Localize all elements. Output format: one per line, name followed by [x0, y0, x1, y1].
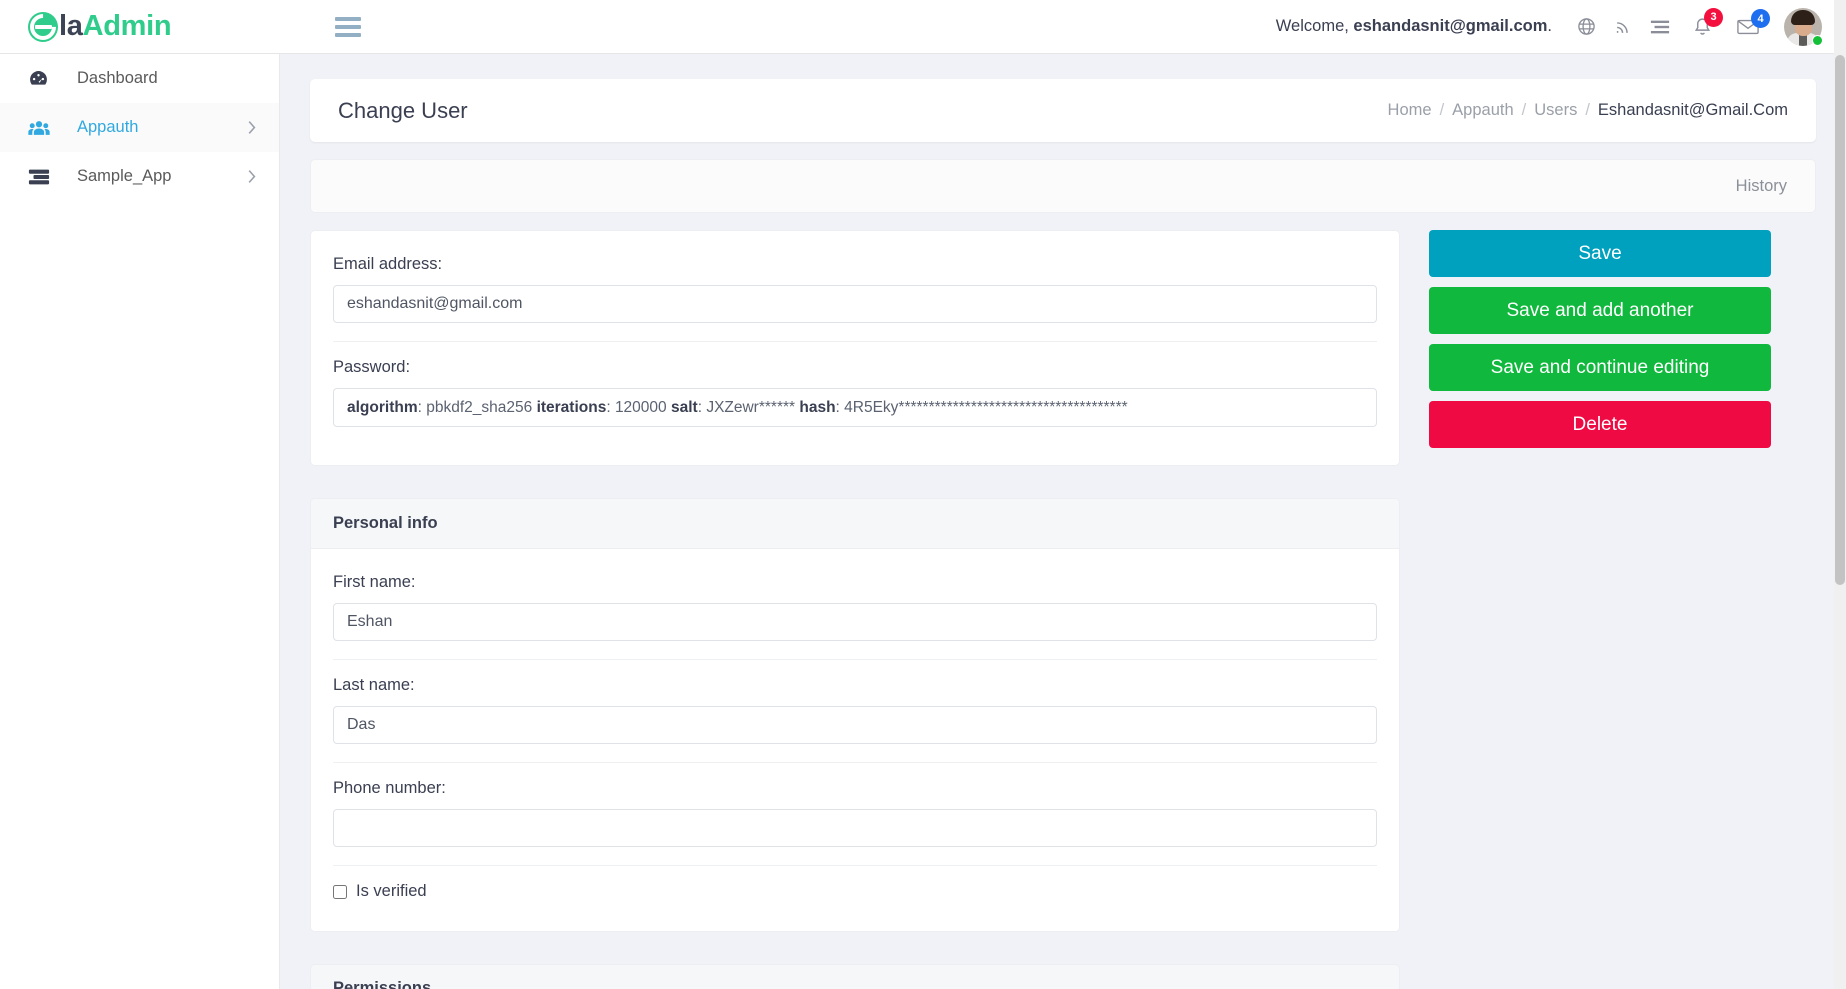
phone-number-field-row: Phone number: — [333, 763, 1377, 866]
breadcrumb: Home / Appauth / Users / Eshandasnit@Gma… — [1388, 101, 1788, 120]
list-lines-icon[interactable] — [1650, 19, 1670, 35]
page-scrollbar[interactable] — [1834, 0, 1846, 989]
ela-circle-logo-icon — [28, 11, 58, 42]
is-verified-checkbox[interactable] — [333, 884, 347, 899]
welcome-message: Welcome, eshandasnit@gmail.com. — [1276, 17, 1552, 36]
hamburger-menu-icon[interactable] — [335, 16, 361, 37]
hamburger-line — [335, 32, 361, 37]
online-status-indicator — [1812, 34, 1823, 46]
password-iterations-key: iterations — [536, 399, 607, 416]
phone-number-label: Phone number: — [333, 779, 446, 797]
sidebar-item-sample-app[interactable]: Sample_App — [0, 152, 279, 201]
avatar-hair — [1791, 9, 1815, 25]
logo-text-la: la — [59, 10, 83, 42]
password-hash-readonly: algorithm: pbkdf2_sha256 iterations: 120… — [333, 388, 1377, 427]
history-toolbar: History — [310, 159, 1816, 213]
history-link[interactable]: History — [1736, 177, 1787, 196]
delete-button[interactable]: Delete — [1429, 401, 1771, 448]
breadcrumb-item-users[interactable]: Users — [1534, 101, 1577, 120]
breadcrumb-separator: / — [1521, 101, 1527, 119]
form-column: Email address: Password: algorithm: pbkd… — [310, 230, 1400, 964]
sidebar-item-label: Dashboard — [77, 69, 158, 87]
welcome-prefix: Welcome, — [1275, 17, 1354, 35]
personal-info-legend: Personal info — [311, 499, 1399, 549]
first-name-field[interactable] — [333, 603, 1377, 641]
server-stack-icon — [28, 168, 58, 186]
sidebar-item-dashboard[interactable]: Dashboard — [0, 54, 279, 103]
first-name-label: First name: — [333, 573, 416, 591]
chevron-right-icon — [247, 120, 257, 135]
breadcrumb-separator: / — [1439, 101, 1445, 119]
bell-icon[interactable]: 3 — [1693, 7, 1723, 37]
dashboard-gauge-icon — [28, 68, 58, 89]
password-algorithm-key: algorithm — [347, 399, 418, 416]
main-content: Change User Home / Appauth / Users / Esh… — [280, 54, 1846, 989]
sidebar-item-label: Appauth — [77, 118, 139, 136]
password-label: Password: — [333, 358, 411, 376]
email-field-row: Email address: — [333, 239, 1377, 342]
sidebar-navigation: Dashboard Appauth Sample_App — [0, 54, 280, 989]
welcome-username: eshandasnit@gmail.com — [1353, 17, 1548, 35]
sidebar-item-label: Sample_App — [77, 167, 172, 185]
save-and-add-another-button[interactable]: Save and add another — [1429, 287, 1771, 334]
password-hash-value: : 4R5Eky********************************… — [835, 399, 1128, 416]
breadcrumb-separator: / — [1585, 101, 1590, 119]
last-name-field[interactable] — [333, 706, 1377, 744]
password-field-row: Password: algorithm: pbkdf2_sha256 itera… — [333, 342, 1377, 445]
header-right-cluster: Welcome, eshandasnit@gmail.com. 3 4 — [1276, 0, 1846, 54]
hamburger-line — [335, 24, 361, 29]
avatar[interactable] — [1784, 7, 1823, 46]
rss-icon[interactable] — [1614, 18, 1632, 36]
personal-info-fieldset-body: First name: Last name: Phone number: Is … — [311, 549, 1399, 931]
password-iterations-value: : 120000 — [606, 399, 671, 416]
hamburger-line — [335, 16, 361, 21]
last-name-field-row: Last name: — [333, 660, 1377, 763]
is-verified-row: Is verified — [333, 866, 1377, 911]
change-form-layout: Email address: Password: algorithm: pbkd… — [310, 230, 1816, 964]
password-hash-key: hash — [799, 399, 836, 416]
account-fieldset: Email address: Password: algorithm: pbkd… — [310, 230, 1400, 466]
personal-info-fieldset: Personal info First name: Last name: Pho… — [310, 498, 1400, 932]
welcome-suffix: . — [1547, 17, 1552, 35]
account-fieldset-body: Email address: Password: algorithm: pbkd… — [311, 231, 1399, 465]
globe-icon[interactable] — [1577, 17, 1596, 36]
breadcrumb-item-appauth[interactable]: Appauth — [1452, 101, 1513, 120]
last-name-label: Last name: — [333, 676, 415, 694]
notification-count-badge: 3 — [1704, 7, 1723, 27]
password-algorithm-value: : pbkdf2_sha256 — [417, 399, 537, 416]
action-buttons-column: Save Save and add another Save and conti… — [1429, 230, 1771, 458]
is-verified-label[interactable]: Is verified — [356, 882, 427, 901]
save-button[interactable]: Save — [1429, 230, 1771, 277]
email-field[interactable] — [333, 285, 1377, 323]
next-section-partial-header: Permissions — [310, 964, 1400, 989]
password-salt-value: : JXZewr****** — [697, 399, 800, 416]
chevron-right-icon — [247, 169, 257, 184]
top-header-bar: laAdmin Welcome, eshandasnit@gmail.com. — [0, 0, 1846, 54]
phone-number-field[interactable] — [333, 809, 1377, 847]
brand-zone: la Admin — [0, 0, 280, 54]
users-group-icon — [28, 119, 58, 137]
page-scrollbar-thumb[interactable] — [1835, 55, 1845, 585]
breadcrumb-item-home[interactable]: Home — [1388, 101, 1432, 120]
envelope-icon[interactable]: 4 — [1737, 9, 1770, 35]
page-header-card: Change User Home / Appauth / Users / Esh… — [310, 79, 1816, 142]
first-name-field-row: First name: — [333, 557, 1377, 660]
sidebar-item-appauth[interactable]: Appauth — [0, 103, 279, 152]
logo-text-admin: Admin — [82, 10, 172, 42]
page-title: Change User — [338, 97, 468, 123]
app-logo[interactable]: la Admin — [28, 10, 172, 42]
email-label: Email address: — [333, 255, 443, 273]
password-salt-key: salt — [670, 399, 698, 416]
breadcrumb-item-current: Eshandasnit@Gmail.Com — [1597, 101, 1788, 119]
save-and-continue-editing-button[interactable]: Save and continue editing — [1429, 344, 1771, 391]
message-count-badge: 4 — [1751, 9, 1770, 28]
